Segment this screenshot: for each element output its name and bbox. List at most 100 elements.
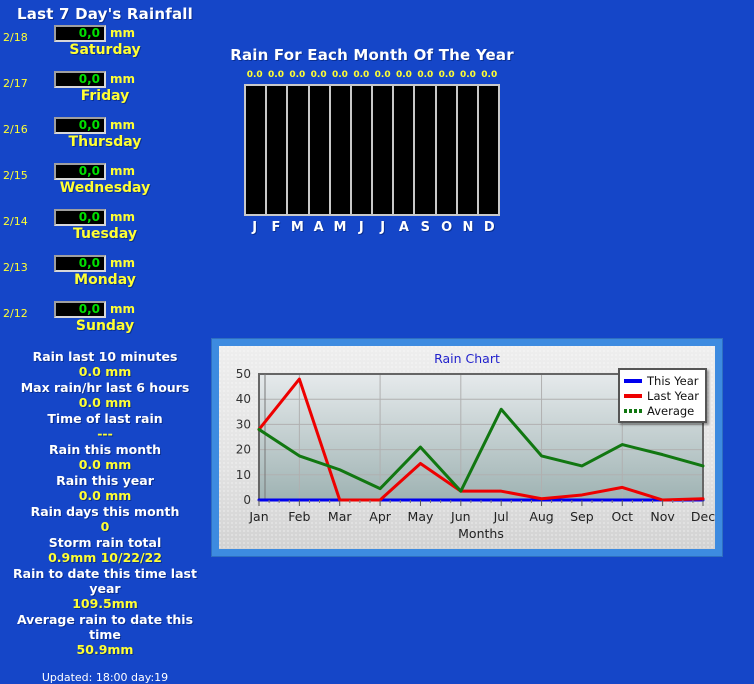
stat-label: Time of last rain xyxy=(0,411,210,426)
monthly-bar xyxy=(288,86,307,214)
day-name: Friday xyxy=(0,88,210,104)
legend-item: Last Year xyxy=(624,388,699,403)
day-unit: mm xyxy=(110,26,135,40)
monthly-value-label: 0.0 xyxy=(244,70,265,80)
y-tick-label: 20 xyxy=(236,443,251,457)
legend-label: Last Year xyxy=(647,389,699,403)
x-tick-label: Mar xyxy=(328,509,352,524)
x-axis-title: Months xyxy=(458,526,504,541)
monthly-axis-label: A xyxy=(308,220,329,235)
stat-label: Max rain/hr last 6 hours xyxy=(0,380,210,395)
monthly-axis-label: M xyxy=(287,220,308,235)
day-value-readout: 0,0 xyxy=(54,71,106,88)
legend-swatch-icon xyxy=(624,409,642,413)
day-value: 0,0 xyxy=(56,119,104,132)
x-tick-label: Feb xyxy=(288,509,310,524)
stat-value: 0.0 mm xyxy=(0,364,210,380)
monthly-bar xyxy=(415,86,434,214)
day-unit: mm xyxy=(110,302,135,316)
stat-value: 0.0 mm xyxy=(0,395,210,411)
day-name: Saturday xyxy=(0,42,210,58)
stat-label: Rain this year xyxy=(0,473,210,488)
x-tick-label: Oct xyxy=(611,509,633,524)
stat-label: Rain this month xyxy=(0,442,210,457)
monthly-bar-track xyxy=(437,86,456,214)
legend-item: This Year xyxy=(624,373,699,388)
day-value-readout: 0,0 xyxy=(54,209,106,226)
monthly-value-label: 0.0 xyxy=(329,70,350,80)
monthly-bar-track xyxy=(458,86,477,214)
monthly-value-label: 0.0 xyxy=(287,70,308,80)
last-7-days-list: 2/180,0mmSaturday2/170,0mmFriday2/160,0m… xyxy=(0,23,210,345)
day-value: 0,0 xyxy=(56,211,104,224)
day-value: 0,0 xyxy=(56,257,104,270)
day-value: 0,0 xyxy=(56,73,104,86)
monthly-bar xyxy=(246,86,265,214)
monthly-value-label: 0.0 xyxy=(372,70,393,80)
day-row: 2/150,0mmWednesday xyxy=(0,161,210,207)
day-value: 0,0 xyxy=(56,165,104,178)
monthly-bar-track xyxy=(310,86,329,214)
monthly-bar-track xyxy=(415,86,434,214)
day-name: Tuesday xyxy=(0,226,210,242)
x-tick-label: Jan xyxy=(248,509,268,524)
monthly-chart-plot-area xyxy=(244,84,500,216)
monthly-bar xyxy=(310,86,329,214)
rain-chart-legend: This YearLast YearAverage xyxy=(618,368,707,423)
day-value-readout: 0,0 xyxy=(54,117,106,134)
day-row: 2/160,0mmThursday xyxy=(0,115,210,161)
stat-value: 0.0 mm xyxy=(0,457,210,473)
day-name: Monday xyxy=(0,272,210,288)
rainfall-left-panel: Last 7 Day's Rainfall 2/180,0mmSaturday2… xyxy=(0,0,210,651)
monthly-bar xyxy=(458,86,477,214)
stat-label: Average rain to date this time xyxy=(0,612,210,642)
y-tick-label: 0 xyxy=(243,493,251,507)
monthly-bar-track xyxy=(394,86,413,214)
monthly-axis-label: J xyxy=(244,220,265,235)
day-unit: mm xyxy=(110,72,135,86)
monthly-value-label: 0.0 xyxy=(479,70,500,80)
monthly-value-label: 0.0 xyxy=(436,70,457,80)
x-tick-label: Sep xyxy=(570,509,594,524)
stat-label: Rain days this month xyxy=(0,504,210,519)
monthly-value-label: 0.0 xyxy=(351,70,372,80)
x-tick-label: Aug xyxy=(529,509,553,524)
rain-statistics-list: Rain last 10 minutes0.0 mmMax rain/hr la… xyxy=(0,349,210,658)
day-unit: mm xyxy=(110,210,135,224)
monthly-value-label: 0.0 xyxy=(393,70,414,80)
monthly-value-label: 0.0 xyxy=(457,70,478,80)
monthly-bar xyxy=(479,86,498,214)
monthly-axis-label: M xyxy=(329,220,350,235)
legend-item: Average xyxy=(624,403,699,418)
monthly-axis-label: D xyxy=(479,220,500,235)
monthly-axis-label: J xyxy=(351,220,372,235)
x-tick-label: Apr xyxy=(369,509,391,524)
monthly-axis-label: J xyxy=(372,220,393,235)
stat-label: Rain to date this time last year xyxy=(0,566,210,596)
y-tick-label: 40 xyxy=(236,392,251,406)
day-value: 0,0 xyxy=(56,27,104,40)
monthly-value-label: 0.0 xyxy=(265,70,286,80)
monthly-bar-track xyxy=(352,86,371,214)
rain-chart-panel: Rain Chart 01020304050JanFebMarAprMayJun… xyxy=(211,338,723,557)
monthly-axis-label: N xyxy=(457,220,478,235)
monthly-chart-title: Rain For Each Month Of The Year xyxy=(222,46,522,64)
y-tick-label: 50 xyxy=(236,367,251,381)
day-row: 2/120,0mmSunday xyxy=(0,299,210,345)
stat-value: 109.5mm xyxy=(0,596,210,612)
monthly-bar xyxy=(267,86,286,214)
stat-value: 50.9mm xyxy=(0,642,210,658)
x-tick-label: Nov xyxy=(650,509,675,524)
x-tick-label: Jul xyxy=(493,509,509,524)
monthly-bar-track xyxy=(267,86,286,214)
page-title: Last 7 Day's Rainfall xyxy=(0,0,210,23)
y-tick-label: 10 xyxy=(236,468,251,482)
day-value-readout: 0,0 xyxy=(54,163,106,180)
stat-value: 0.9mm 10/22/22 xyxy=(0,550,210,566)
monthly-axis-label: S xyxy=(415,220,436,235)
monthly-bar xyxy=(331,86,350,214)
monthly-chart-axis-labels: JFMAMJJASOND xyxy=(222,220,522,235)
day-row: 2/140,0mmTuesday xyxy=(0,207,210,253)
monthly-bar xyxy=(437,86,456,214)
monthly-rain-bar-chart: Rain For Each Month Of The Year 0.00.00.… xyxy=(222,46,522,246)
